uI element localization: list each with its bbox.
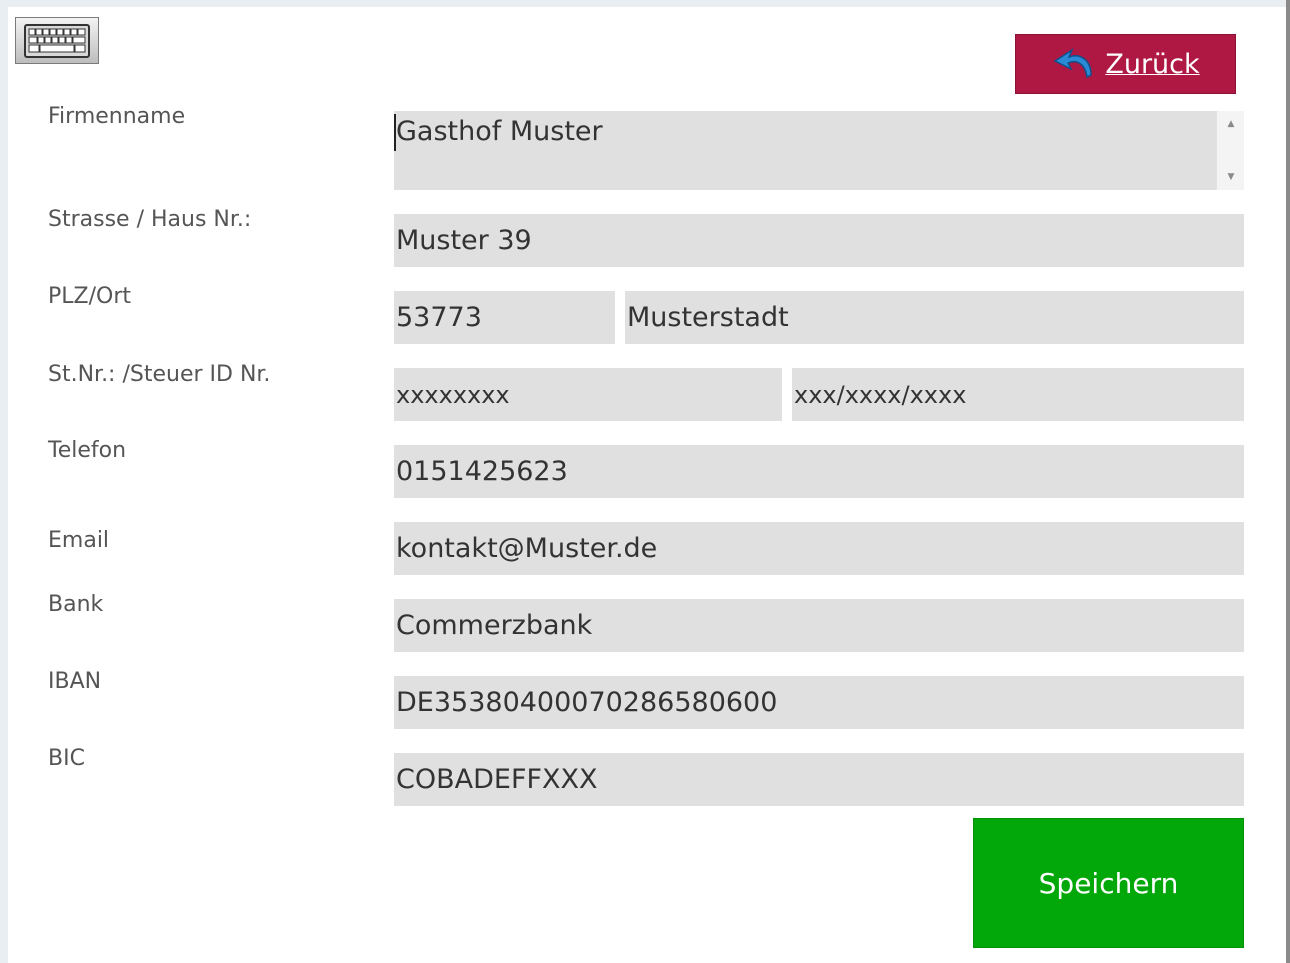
scroll-down-arrow-icon[interactable]: ▼ bbox=[1217, 167, 1245, 187]
scroll-up-arrow-icon[interactable]: ▲ bbox=[1217, 114, 1245, 134]
phone-label: Telefon bbox=[48, 438, 127, 463]
iban-input[interactable]: DE35380400070286580600 bbox=[394, 676, 1244, 729]
street-input[interactable]: Muster 39 bbox=[394, 214, 1244, 267]
email-label: Email bbox=[48, 528, 110, 553]
back-button-label: Zurück bbox=[1105, 48, 1200, 80]
tax-number-label: St.Nr.: /Steuer ID Nr. bbox=[48, 362, 271, 387]
tax-number-input[interactable]: xxxxxxxx bbox=[394, 368, 782, 421]
save-button[interactable]: Speichern bbox=[973, 818, 1244, 948]
city-input[interactable]: Musterstadt bbox=[625, 291, 1244, 344]
iban-label: IBAN bbox=[48, 669, 102, 694]
tax-id-input[interactable]: xxx/xxxx/xxxx bbox=[792, 368, 1244, 421]
plz-input[interactable]: 53773 bbox=[394, 291, 615, 344]
back-button[interactable]: Zurück bbox=[1015, 34, 1236, 94]
bank-label: Bank bbox=[48, 592, 104, 617]
bic-label: BIC bbox=[48, 746, 85, 771]
plz-ort-label: PLZ/Ort bbox=[48, 284, 131, 309]
bank-input[interactable]: Commerzbank bbox=[394, 599, 1244, 652]
text-caret bbox=[394, 114, 396, 151]
window-border bbox=[1286, 0, 1290, 963]
save-button-label: Speichern bbox=[1038, 866, 1179, 900]
company-name-input[interactable]: Gasthof Muster bbox=[394, 111, 1216, 190]
street-label: Strasse / Haus Nr.: bbox=[48, 207, 252, 232]
keyboard-icon bbox=[24, 23, 90, 58]
company-name-scrollbar[interactable]: ▲ ▼ bbox=[1216, 111, 1244, 190]
email-input[interactable]: kontakt@Muster.de bbox=[394, 522, 1244, 575]
phone-input[interactable]: 0151425623 bbox=[394, 445, 1244, 498]
keyboard-button[interactable] bbox=[15, 17, 99, 64]
company-name-label: Firmenname bbox=[48, 104, 186, 129]
undo-arrow-icon bbox=[1053, 48, 1093, 79]
bic-input[interactable]: COBADEFFXXX bbox=[394, 753, 1244, 806]
